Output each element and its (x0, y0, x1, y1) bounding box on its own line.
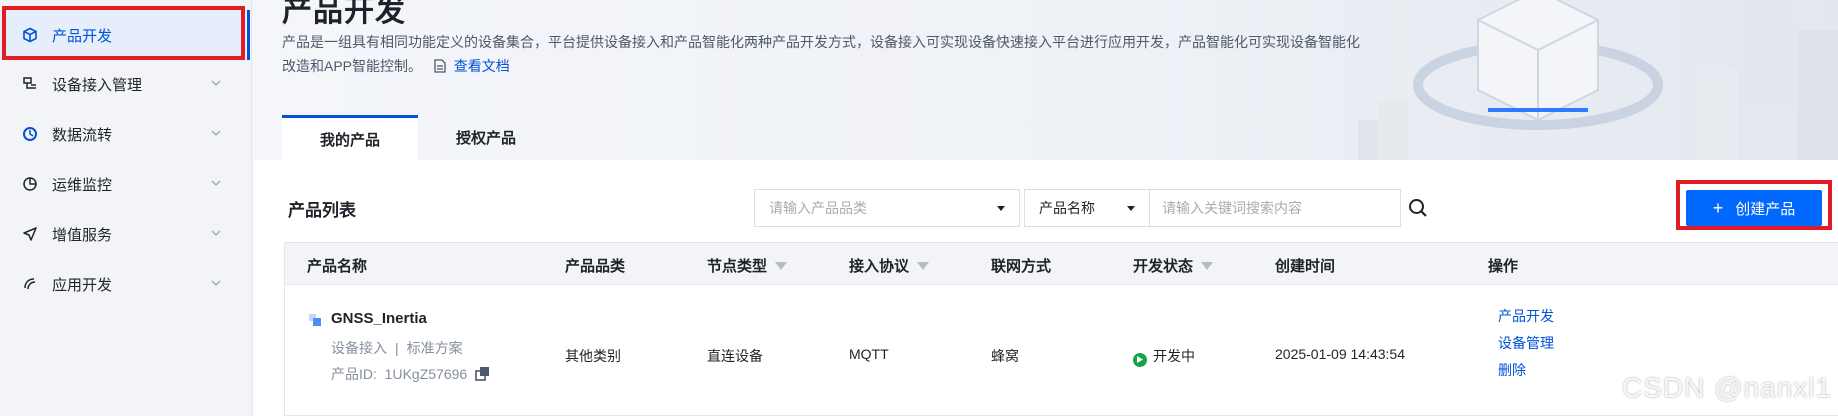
product-table: 产品名称 产品品类 节点类型 接入协议 联网方式 开发状态 创建时间 操作 GN… (284, 242, 1838, 416)
search-field-value: 产品名称 (1039, 200, 1095, 216)
page-header: 产品开发 产品是一组具有相同功能定义的设备集合，平台提供设备接入和产品智能化两种… (254, 0, 1838, 160)
watermark: CSDN @nanxl1 (1621, 372, 1832, 403)
sidebar-item-label: 数据流转 (52, 126, 113, 144)
sidebar-item-data-flow[interactable]: 数据流转 (0, 109, 250, 159)
chevron-down-icon (211, 280, 221, 286)
category-select[interactable]: 请输入产品品类 (754, 189, 1020, 227)
search-field-select[interactable]: 产品名称 (1024, 189, 1150, 227)
network-type: 蜂窝 (991, 348, 1019, 364)
op-delete-link[interactable]: 删除 (1498, 360, 1526, 380)
column-header: 创建时间 (1275, 258, 1336, 275)
table-header: 产品名称 产品品类 节点类型 接入协议 联网方式 开发状态 创建时间 操作 (285, 243, 1838, 285)
product-id-value: 1UKgZ57696 (384, 366, 468, 382)
tab-my-products[interactable]: 我的产品 (282, 115, 418, 160)
page-description: 产品是一组具有相同功能定义的设备集合，平台提供设备接入和产品智能化两种产品开发方… (282, 30, 1362, 78)
product-meta: 设备接入 | 标准方案 (331, 340, 463, 356)
sidebar-item-ops-monitor[interactable]: 运维监控 (0, 159, 250, 209)
product-category: 其他类别 (565, 348, 621, 364)
op-device-manage-link[interactable]: 设备管理 (1498, 333, 1554, 353)
sidebar-item-app-dev[interactable]: 应用开发 (0, 259, 250, 309)
plus-icon: + (1712, 197, 1724, 218)
protocol: MQTT (849, 346, 889, 362)
tab-authorized-products[interactable]: 授权产品 (418, 115, 554, 160)
view-docs-link[interactable]: 查看文档 (454, 58, 510, 74)
column-header: 接入协议 (849, 258, 910, 275)
flow-icon (22, 126, 38, 142)
sidebar-item-device-access[interactable]: 设备接入管理 (0, 59, 250, 109)
filter-icon[interactable] (917, 261, 930, 270)
page-title: 产品开发 (282, 0, 406, 28)
search-button[interactable] (1399, 189, 1437, 227)
product-name[interactable]: GNSS_Inertia (331, 310, 427, 327)
sidebar: 产品开发 设备接入管理 数据流转 运维监控 增值服务 应用开发 (0, 0, 252, 416)
column-header-node-type: 节点类型 (707, 255, 788, 276)
product-list-panel: 产品列表 请输入产品品类 产品名称 请输入关键词搜索内容 + 创建产品 产品名称… (254, 160, 1838, 416)
node-type: 直连设备 (707, 348, 763, 364)
column-header: 联网方式 (991, 258, 1052, 275)
sidebar-item-label: 产品开发 (52, 27, 113, 45)
play-icon (1133, 352, 1147, 367)
product-id-label: 产品ID: (331, 366, 377, 382)
sidebar-item-label: 增值服务 (52, 226, 113, 244)
sidebar-item-label: 运维监控 (52, 176, 113, 194)
caret-down-icon (1127, 206, 1135, 211)
op-product-dev-link[interactable]: 产品开发 (1498, 306, 1554, 326)
send-icon (22, 226, 38, 242)
create-product-button[interactable]: + 创建产品 (1686, 190, 1822, 226)
scheme-type: 标准方案 (406, 340, 463, 356)
filter-icon[interactable] (775, 261, 788, 270)
column-header: 产品名称 (307, 258, 368, 275)
product-tabs: 我的产品 授权产品 (282, 115, 554, 160)
create-product-label: 创建产品 (1735, 200, 1796, 218)
table-row: GNSS_Inertia 设备接入 | 标准方案 产品ID: 1UKgZ57696 … (285, 286, 1838, 416)
pie-chart-icon (22, 176, 38, 192)
column-header: 操作 (1488, 258, 1519, 275)
sidebar-item-product-dev[interactable]: 产品开发 (0, 10, 250, 60)
chevron-down-icon (211, 130, 221, 136)
document-icon (434, 59, 446, 73)
column-header: 节点类型 (707, 258, 768, 275)
column-header-status: 开发状态 (1133, 255, 1214, 276)
sidebar-item-value-added[interactable]: 增值服务 (0, 209, 250, 259)
status-text: 开发中 (1153, 348, 1195, 364)
chevron-down-icon (211, 80, 221, 86)
cube-icon (22, 27, 38, 43)
column-header: 产品品类 (565, 258, 626, 275)
filter-icon[interactable] (1201, 261, 1214, 270)
product-icon (309, 314, 321, 326)
copy-icon[interactable] (475, 366, 491, 382)
search-icon (1409, 199, 1427, 217)
keyword-search-input[interactable]: 请输入关键词搜索内容 (1149, 189, 1401, 227)
banner-illustration (1358, 0, 1838, 160)
access-type: 设备接入 (331, 340, 387, 356)
column-header-protocol: 接入协议 (849, 255, 930, 276)
chevron-down-icon (211, 180, 221, 186)
product-id: 产品ID: 1UKgZ57696 (331, 364, 491, 384)
created-time: 2025-01-09 14:43:54 (1275, 346, 1405, 362)
app-icon (22, 276, 38, 292)
sidebar-item-label: 设备接入管理 (52, 76, 143, 94)
keyword-placeholder: 请输入关键词搜索内容 (1162, 200, 1302, 216)
column-header: 开发状态 (1133, 258, 1194, 275)
list-title: 产品列表 (288, 201, 356, 220)
caret-down-icon (997, 206, 1005, 211)
chevron-down-icon (211, 230, 221, 236)
sidebar-item-label: 应用开发 (52, 276, 113, 294)
dev-status: 开发中 (1133, 346, 1195, 367)
category-placeholder: 请输入产品品类 (769, 200, 867, 216)
device-icon (22, 76, 38, 92)
